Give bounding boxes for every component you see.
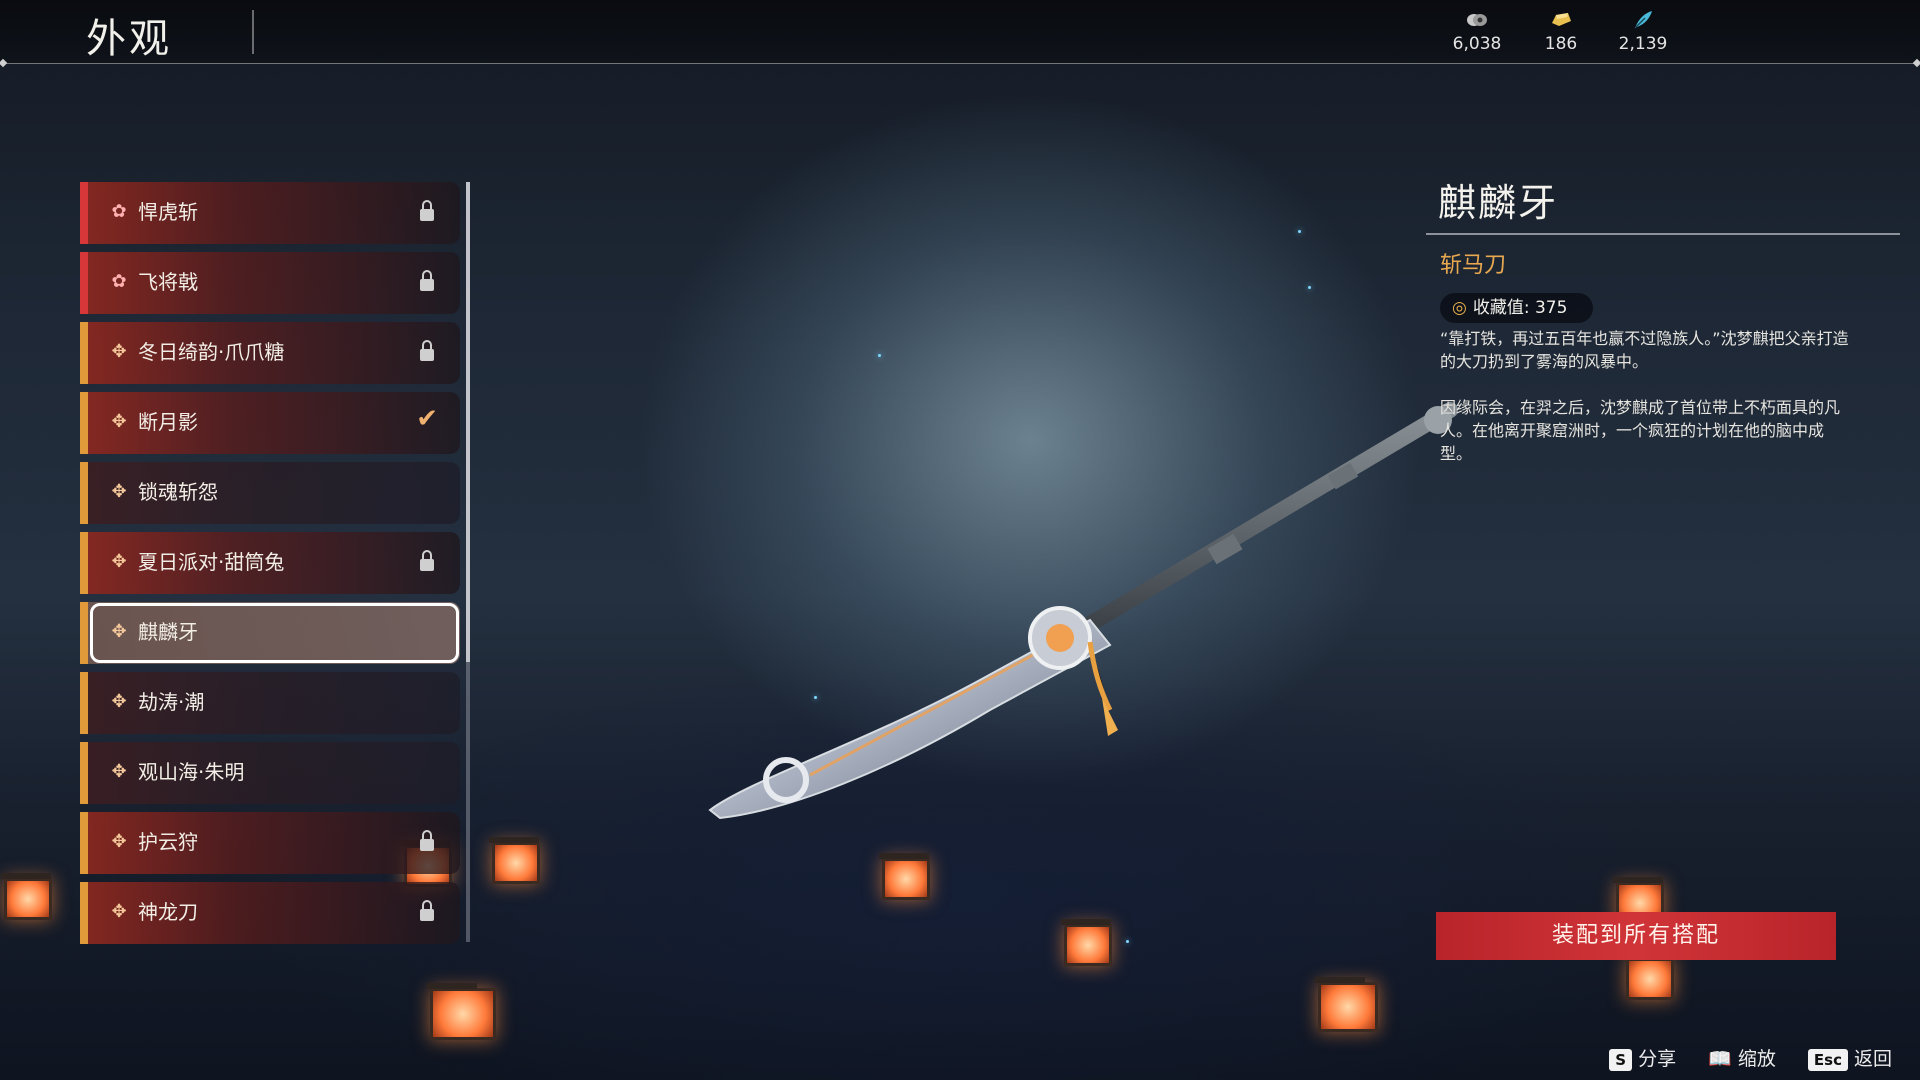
tier-edge: [80, 882, 88, 944]
lantern-decor: [1061, 919, 1112, 966]
page-title: 外观: [86, 16, 172, 62]
tier-edge: [80, 322, 88, 384]
list-item[interactable]: ✥ 劫涛·潮: [80, 672, 460, 734]
gold-ingot-icon: [1549, 8, 1573, 32]
currency-gold: 186: [1516, 8, 1606, 54]
weapon-preview[interactable]: [690, 380, 1490, 844]
description-paragraph: 因缘际会，在羿之后，沈梦麒成了首位带上不朽面具的凡人。在他离开聚窟洲时，一个疯狂…: [1440, 398, 1841, 463]
list-item-label: 劫涛·潮: [138, 690, 205, 714]
tier-edge: [80, 392, 88, 454]
cross-emblem-icon: ✥: [111, 761, 127, 782]
cross-emblem-icon: ✥: [111, 691, 127, 712]
collection-badge: ◎ 收藏值: 375: [1440, 293, 1594, 323]
lock-icon: [420, 830, 434, 851]
list-item-label: 护云狩: [138, 830, 198, 854]
cross-emblem-icon: ✥: [111, 411, 127, 432]
zoom-label: 缩放: [1737, 1048, 1776, 1070]
cross-emblem-icon: ✥: [111, 901, 127, 922]
gold-value: 186: [1544, 34, 1578, 54]
feather-icon: [1631, 8, 1655, 32]
lock-icon: [420, 200, 434, 221]
title-underline: [1426, 233, 1900, 235]
cross-emblem-icon: ✥: [111, 481, 127, 502]
checkmark-icon: ✔: [416, 404, 438, 434]
sparkle-decor: [1126, 940, 1129, 943]
top-bar: 外观 6,038 186 2,139: [0, 0, 1920, 64]
list-item-label: 神龙刀: [138, 900, 198, 924]
list-item-selected[interactable]: ✥ 麒麟牙: [80, 602, 460, 664]
sparkle-decor: [1308, 286, 1311, 289]
tier-edge: [80, 602, 88, 664]
cross-emblem-icon: ✥: [111, 621, 127, 642]
top-divider: [0, 58, 1920, 68]
back-key: Esc: [1807, 1049, 1848, 1071]
lock-icon: [420, 550, 434, 571]
tier-edge: [80, 252, 88, 314]
lantern-decor: [1315, 977, 1378, 1032]
cross-emblem-icon: ✥: [111, 551, 127, 572]
list-item[interactable]: ✥ 夏日派对·甜筒兔: [80, 532, 460, 594]
currency-coins: 6,038: [1432, 8, 1522, 54]
detail-panel: 麒麟牙 斩马刀 ◎ 收藏值: 375 “靠打铁，再过五百年也赢不过隐族人。”沈梦麒…: [1426, 172, 1900, 488]
list-item[interactable]: ✥ 锁魂斩怨: [80, 462, 460, 524]
list-item[interactable]: ✥ 冬日绮韵·爪爪糖: [80, 322, 460, 384]
tier-edge: [80, 672, 88, 734]
title-divider: [252, 10, 254, 54]
list-item[interactable]: ✥ 神龙刀: [80, 882, 460, 944]
star-emblem-icon: ✿: [111, 271, 127, 292]
list-item[interactable]: ✥ 护云狩: [80, 812, 460, 874]
lantern-decor: [489, 837, 540, 884]
weapon-description: “靠打铁，再过五百年也赢不过隐族人。”沈梦麒把父亲打造的大刀扔到了雾海的风暴中。…: [1426, 327, 1850, 465]
tier-edge: [80, 462, 88, 524]
coins-icon: [1465, 8, 1489, 32]
back-label: 返回: [1853, 1048, 1892, 1070]
zoom-hint[interactable]: 📖 缩放: [1708, 1044, 1776, 1071]
share-hint[interactable]: S 分享: [1609, 1044, 1676, 1071]
lantern-decor: [427, 983, 496, 1040]
weapon-type: 斩马刀: [1440, 253, 1507, 278]
equip-all-button[interactable]: 装配到所有搭配: [1436, 912, 1836, 960]
list-item-label: 冬日绮韵·爪爪糖: [138, 340, 285, 364]
tier-edge: [80, 532, 88, 594]
cross-emblem-icon: ✥: [111, 831, 127, 852]
weapon-name: 麒麟牙: [1438, 181, 1559, 225]
share-label: 分享: [1638, 1048, 1677, 1070]
currency-feather: 2,139: [1598, 8, 1688, 54]
sparkle-decor: [878, 354, 881, 357]
lock-icon: [420, 270, 434, 291]
list-item[interactable]: ✥ 观山海·朱明: [80, 742, 460, 804]
cross-emblem-icon: ✥: [111, 341, 127, 362]
feather-value: 2,139: [1618, 34, 1668, 54]
list-item[interactable]: ✿ 悍虎斩: [80, 182, 460, 244]
book-icon: 📖: [1708, 1048, 1732, 1070]
list-scrollbar-thumb[interactable]: [466, 182, 470, 662]
lantern-decor: [1, 873, 52, 920]
lock-icon: [420, 900, 434, 921]
list-item[interactable]: ✥ 断月影 ✔: [80, 392, 460, 454]
sparkle-decor: [1298, 230, 1301, 233]
tier-edge: [80, 812, 88, 874]
list-item-label: 麒麟牙: [138, 620, 198, 644]
lock-icon: [420, 340, 434, 361]
list-item[interactable]: ✿ 飞将戟: [80, 252, 460, 314]
lantern-decor: [1623, 953, 1674, 1000]
share-key: S: [1609, 1049, 1633, 1071]
back-hint[interactable]: Esc 返回: [1807, 1044, 1892, 1071]
tier-edge: [80, 742, 88, 804]
list-item-label: 锁魂斩怨: [138, 480, 218, 504]
list-item-label: 悍虎斩: [138, 200, 198, 224]
coins-value: 6,038: [1452, 34, 1502, 54]
skin-list: ✿ 悍虎斩 ✿ 飞将戟 ✥ 冬日绮韵·爪爪糖 ✥ 断月影 ✔ ✥ 锁魂斩怨 ✥ …: [80, 182, 460, 952]
list-item-label: 观山海·朱明: [138, 760, 245, 784]
list-item-label: 断月影: [138, 410, 198, 434]
tier-edge: [80, 182, 88, 244]
star-emblem-icon: ✿: [111, 201, 127, 222]
list-item-label: 夏日派对·甜筒兔: [138, 550, 285, 574]
lantern-decor: [879, 853, 930, 900]
collection-icon: ◎: [1452, 298, 1467, 318]
key-hints: S 分享 📖 缩放 Esc 返回: [1583, 1044, 1892, 1071]
description-paragraph: “靠打铁，再过五百年也赢不过隐族人。”沈梦麒把父亲打造的大刀扔到了雾海的风暴中。: [1440, 329, 1849, 371]
list-item-label: 飞将戟: [138, 270, 198, 294]
collection-value: 收藏值: 375: [1472, 298, 1568, 318]
